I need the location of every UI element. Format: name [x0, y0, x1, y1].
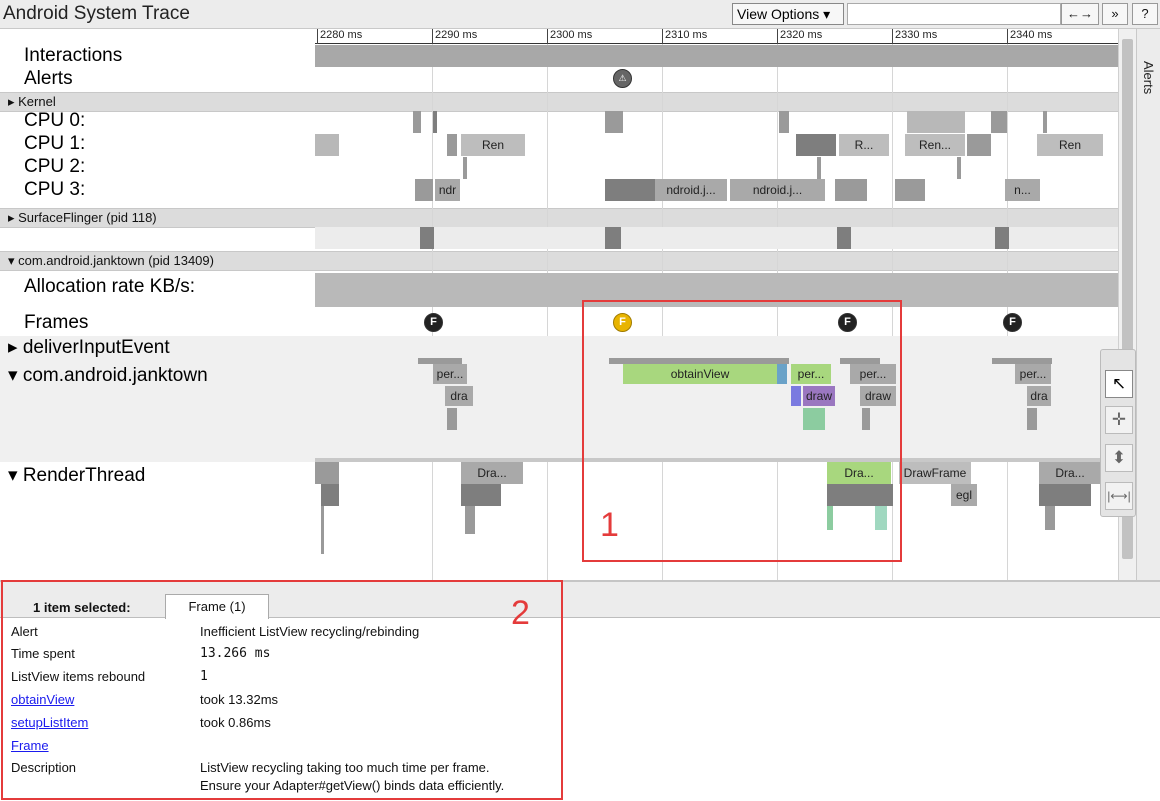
- track-label-allocation-rate: Allocation rate KB/s:: [24, 276, 196, 297]
- track-label-cpu0: CPU 0:: [24, 110, 86, 131]
- nav-arrows-button[interactable]: ←→: [1061, 3, 1099, 25]
- cpu0-slice[interactable]: [907, 111, 965, 133]
- rt-slice-dra[interactable]: Dra...: [461, 462, 523, 484]
- cpu0-slice[interactable]: [779, 111, 789, 133]
- rt-slice-egl[interactable]: egl: [951, 484, 977, 506]
- ruler-tick-2330: 2330 ms: [892, 29, 937, 44]
- rt-slice[interactable]: [465, 506, 475, 534]
- cpu1-slice-ren[interactable]: Ren: [1037, 134, 1103, 156]
- cpu0-slice[interactable]: [991, 111, 1007, 133]
- cpu1-slice-r[interactable]: R...: [839, 134, 889, 156]
- track-label-cpu2: CPU 2:: [24, 156, 86, 177]
- cpu3-slice-ndr[interactable]: ndr: [435, 179, 460, 201]
- grid-line: [1007, 44, 1008, 580]
- track-label-cpu3: CPU 3:: [24, 179, 86, 200]
- view-options-button[interactable]: View Options ▾: [732, 3, 844, 25]
- ui-slice-dra[interactable]: dra: [445, 386, 473, 406]
- alerts-side-tab[interactable]: Alerts: [1136, 29, 1160, 580]
- sf-slice[interactable]: [837, 227, 851, 249]
- rt-slice[interactable]: [315, 462, 339, 484]
- zoom-tool-icon[interactable]: ⬍: [1105, 444, 1133, 472]
- cpu1-slice-ren[interactable]: Ren...: [905, 134, 965, 156]
- ruler-tick-2310: 2310 ms: [662, 29, 707, 44]
- title-bar: Android System Trace View Options ▾ ←→ »…: [0, 0, 1160, 29]
- cpu2-slice[interactable]: [957, 157, 961, 179]
- callout-box-2: [1, 580, 563, 800]
- help-button[interactable]: ?: [1132, 3, 1158, 25]
- pan-tool-icon[interactable]: ✛: [1105, 406, 1133, 434]
- cpu3-slice[interactable]: [605, 179, 655, 201]
- rt-slice-drawframe[interactable]: DrawFrame: [899, 462, 971, 484]
- ruler-tick-2300: 2300 ms: [547, 29, 592, 44]
- ruler-tick-2290: 2290 ms: [432, 29, 477, 44]
- cpu1-slice[interactable]: [796, 134, 836, 156]
- alert-marker[interactable]: ⚠: [613, 69, 632, 88]
- rt-slice[interactable]: [321, 484, 339, 506]
- callout-box-1: [582, 300, 902, 562]
- ui-slice-dra[interactable]: dra: [1027, 386, 1051, 406]
- cpu2-slice[interactable]: [463, 157, 467, 179]
- cpu3-slice[interactable]: [895, 179, 925, 201]
- cpu3-slice-ndroid[interactable]: ndroid.j...: [655, 179, 727, 201]
- rt-slice[interactable]: [321, 506, 324, 554]
- rt-slice[interactable]: [1039, 484, 1091, 506]
- cpu3-slice[interactable]: [415, 179, 433, 201]
- grid-line: [547, 44, 548, 580]
- rt-slice[interactable]: [1045, 506, 1055, 530]
- cpu3-slice[interactable]: [835, 179, 867, 201]
- cpu3-slice-ndroid[interactable]: ndroid.j...: [730, 179, 825, 201]
- interactions-bar[interactable]: [315, 45, 1118, 67]
- track-label-interactions: Interactions: [24, 45, 123, 66]
- more-button[interactable]: »: [1102, 3, 1128, 25]
- cpu0-slice[interactable]: [1043, 111, 1047, 133]
- cpu0-slice[interactable]: [413, 111, 421, 133]
- ui-slice[interactable]: [447, 408, 457, 430]
- select-tool-icon[interactable]: ↖: [1105, 370, 1133, 398]
- sf-slice[interactable]: [995, 227, 1009, 249]
- cpu3-slice-n[interactable]: n...: [1005, 179, 1040, 201]
- track-label-janktown-thread[interactable]: ▾ com.android.janktown: [8, 364, 208, 387]
- cpu1-slice[interactable]: [315, 134, 339, 156]
- cpu0-slice[interactable]: [605, 111, 623, 133]
- cpu0-slice[interactable]: [433, 111, 437, 133]
- ui-slice[interactable]: [1027, 408, 1037, 430]
- callout-number-2: 2: [511, 594, 530, 632]
- sf-slice[interactable]: [605, 227, 621, 249]
- sf-slice[interactable]: [420, 227, 434, 249]
- callout-number-1: 1: [600, 506, 619, 544]
- rt-slice[interactable]: [461, 484, 501, 506]
- frame-marker[interactable]: F: [1003, 313, 1022, 332]
- timing-tool-icon[interactable]: |⟷|: [1105, 482, 1133, 510]
- tool-palette: ↖ ✛ ⬍ |⟷|: [1100, 349, 1136, 517]
- ruler-tick-2340: 2340 ms: [1007, 29, 1052, 44]
- ruler-tick-2320: 2320 ms: [777, 29, 822, 44]
- frame-marker[interactable]: F: [424, 313, 443, 332]
- track-label-cpu1: CPU 1:: [24, 133, 86, 154]
- cpu1-slice-ren[interactable]: Ren: [461, 134, 525, 156]
- cpu1-slice[interactable]: [967, 134, 991, 156]
- track-label-frames: Frames: [24, 312, 89, 333]
- search-input[interactable]: [847, 3, 1061, 25]
- app-title: Android System Trace: [3, 3, 190, 24]
- track-label-render-thread[interactable]: ▾ RenderThread: [8, 464, 145, 487]
- cpu2-slice[interactable]: [817, 157, 821, 179]
- ui-slice-per[interactable]: per...: [1015, 364, 1051, 384]
- track-label-deliver-input[interactable]: ▸ deliverInputEvent: [8, 336, 170, 359]
- cpu1-slice[interactable]: [447, 134, 457, 156]
- track-label-alerts: Alerts: [24, 68, 73, 89]
- alerts-side-label: Alerts: [1141, 61, 1156, 95]
- ui-slice-per[interactable]: per...: [433, 364, 467, 384]
- rt-slice-dra[interactable]: Dra...: [1039, 462, 1101, 484]
- ruler-tick-2280: 2280 ms: [317, 29, 362, 44]
